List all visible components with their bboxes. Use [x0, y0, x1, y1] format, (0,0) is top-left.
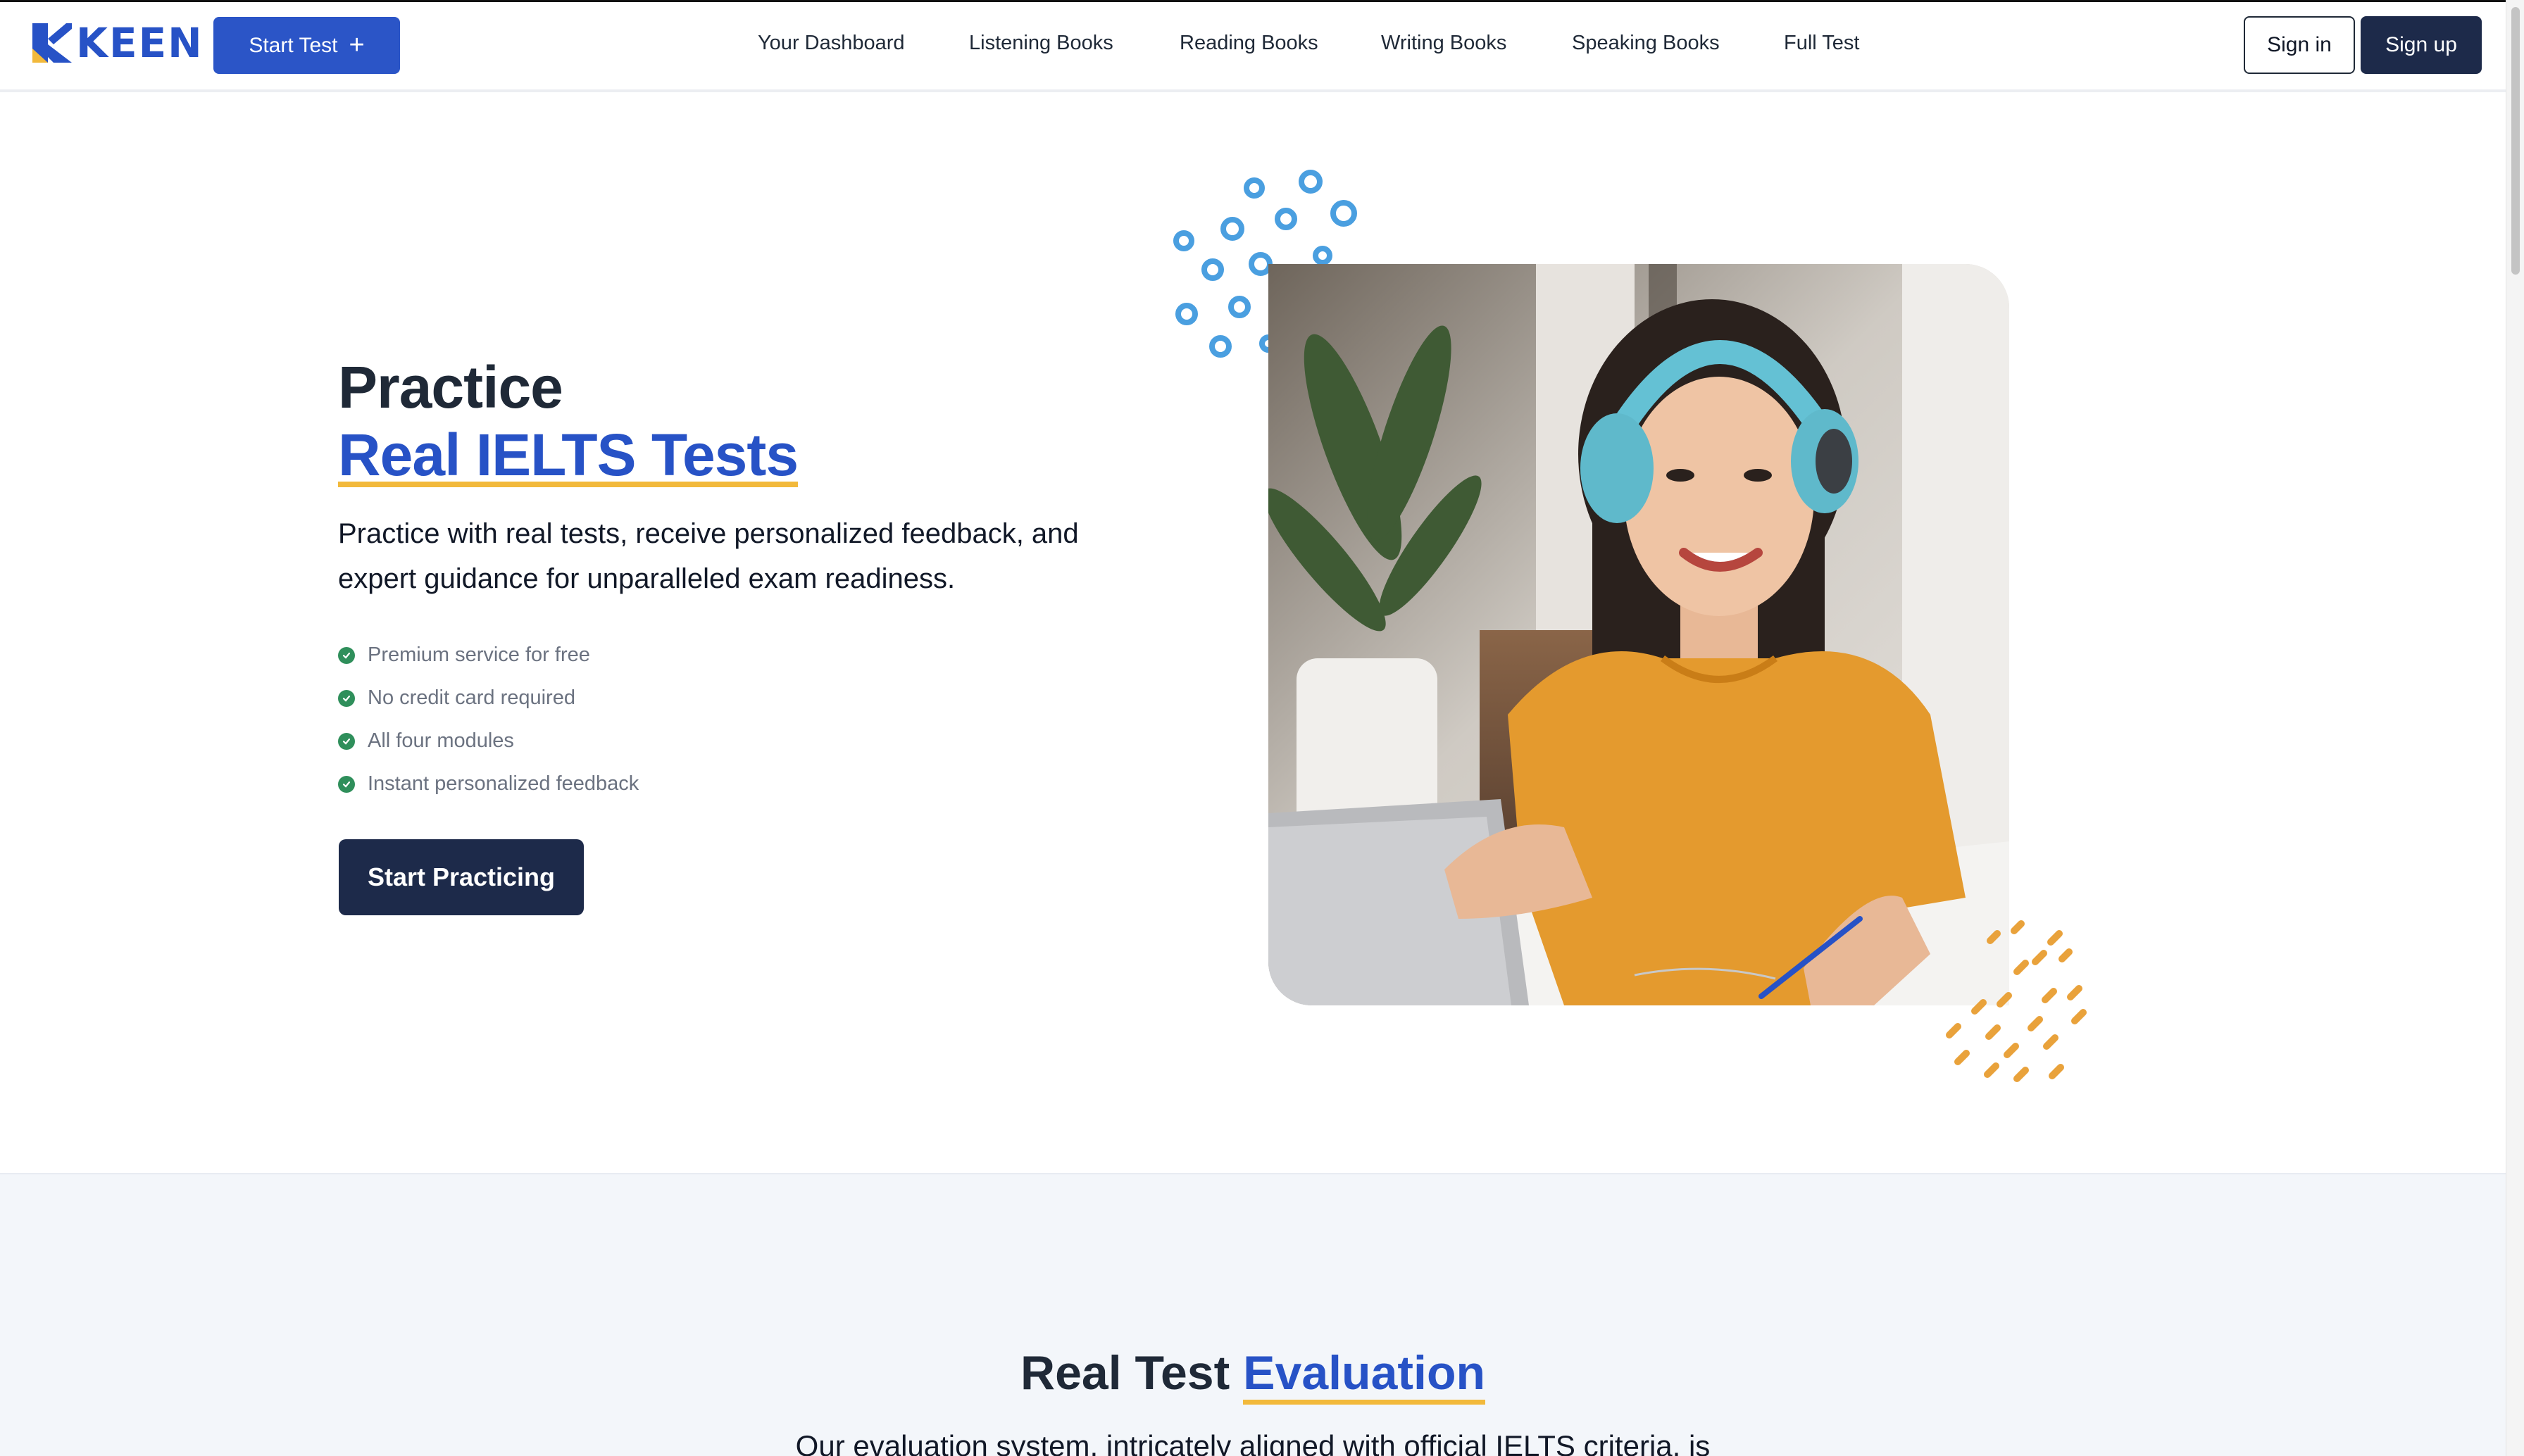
nav-writing-books[interactable]: Writing Books: [1381, 32, 1506, 55]
main-nav: Your Dashboard Listening Books Reading B…: [0, 2, 2506, 88]
evaluation-title-accent: Evaluation: [1243, 1346, 1486, 1405]
check-circle-icon: [338, 732, 355, 750]
hero-title-line1: Practice: [338, 354, 563, 420]
evaluation-description: Our evaluation system, intricately align…: [795, 1429, 1711, 1456]
nav-reading-books[interactable]: Reading Books: [1180, 32, 1318, 55]
feature-item: Premium service for free: [338, 634, 639, 677]
feature-list: Premium service for free No credit card …: [338, 634, 639, 805]
nav-listening-books[interactable]: Listening Books: [969, 32, 1113, 55]
feature-item: Instant personalized feedback: [338, 762, 639, 805]
check-circle-icon: [338, 775, 355, 793]
feature-text: Premium service for free: [368, 644, 590, 666]
nav-full-test[interactable]: Full Test: [1784, 32, 1859, 55]
feature-text: All four modules: [368, 729, 514, 752]
nav-speaking-books[interactable]: Speaking Books: [1572, 32, 1720, 55]
scrollbar-thumb[interactable]: [2511, 7, 2520, 275]
nav-your-dashboard[interactable]: Your Dashboard: [758, 32, 905, 55]
feature-item: All four modules: [338, 720, 639, 762]
woman-with-headphones-photo: [1268, 264, 2009, 1005]
page-scrollbar[interactable]: [2506, 0, 2524, 1456]
evaluation-title-plain: Real Test: [1020, 1346, 1244, 1400]
hero-description: Practice with real tests, receive person…: [338, 518, 1079, 594]
check-circle-icon: [338, 689, 355, 707]
feature-item: No credit card required: [338, 677, 639, 720]
check-circle-icon: [338, 646, 355, 664]
start-practicing-button[interactable]: Start Practicing: [339, 839, 584, 915]
feature-text: No credit card required: [368, 686, 575, 709]
sign-up-button[interactable]: Sign up: [2361, 16, 2482, 74]
evaluation-section: [0, 1173, 2506, 1456]
feature-text: Instant personalized feedback: [368, 772, 639, 795]
sign-in-button[interactable]: Sign in: [2244, 16, 2355, 74]
evaluation-title: Real Test Evaluation: [0, 1345, 2506, 1405]
top-navbar: KEEN Start Test + Your Dashboard Listeni…: [0, 2, 2506, 92]
decorative-dashes-icon: [1946, 920, 2087, 1082]
hero-title-line2: Real IELTS Tests: [338, 420, 799, 488]
